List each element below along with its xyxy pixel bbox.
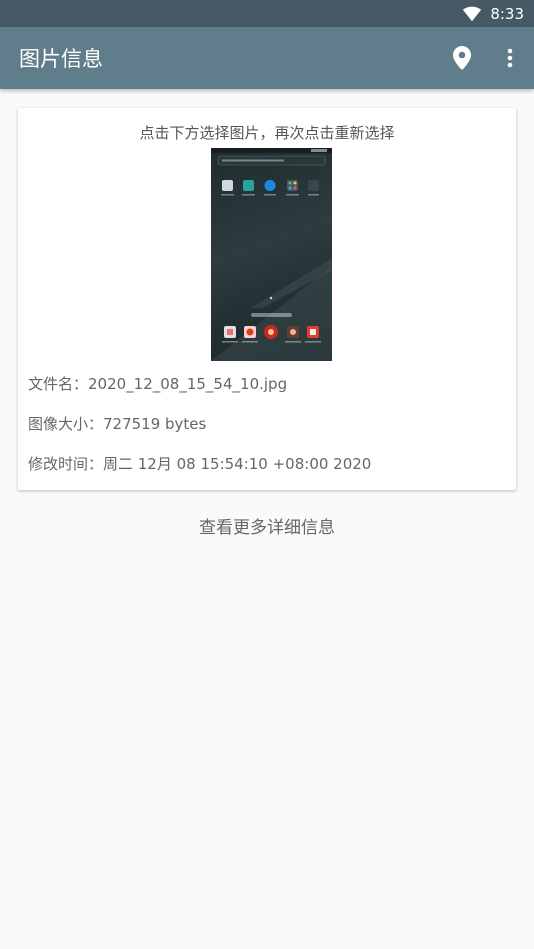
status-bar: 8:33 — [0, 0, 534, 27]
preview-screenshot-thumbnail — [211, 148, 332, 361]
app-bar-actions — [438, 34, 534, 82]
view-more-details-button[interactable]: 查看更多详细信息 — [0, 513, 534, 538]
page-title: 图片信息 — [19, 47, 103, 71]
modified-time-text: 修改时间：周二 12月 08 15:54:10 +08:00 2020 — [28, 455, 372, 473]
app-bar: 图片信息 — [0, 27, 534, 89]
location-pin-icon — [453, 46, 471, 70]
select-image-hint: 点击下方选择图片，再次点击重新选择 — [139, 124, 395, 142]
wifi-icon — [463, 6, 482, 21]
image-info-card: 点击下方选择图片，再次点击重新选择 文件名：2020_12_08_15_54_1… — [18, 108, 516, 490]
image-preview[interactable] — [211, 148, 332, 361]
image-size-text: 图像大小：727519 bytes — [28, 415, 207, 433]
location-button[interactable] — [438, 34, 486, 82]
more-vert-icon — [507, 48, 513, 68]
more-options-button[interactable] — [486, 34, 534, 82]
status-time: 8:33 — [490, 4, 524, 23]
file-name-text: 文件名：2020_12_08_15_54_10.jpg — [28, 375, 288, 393]
